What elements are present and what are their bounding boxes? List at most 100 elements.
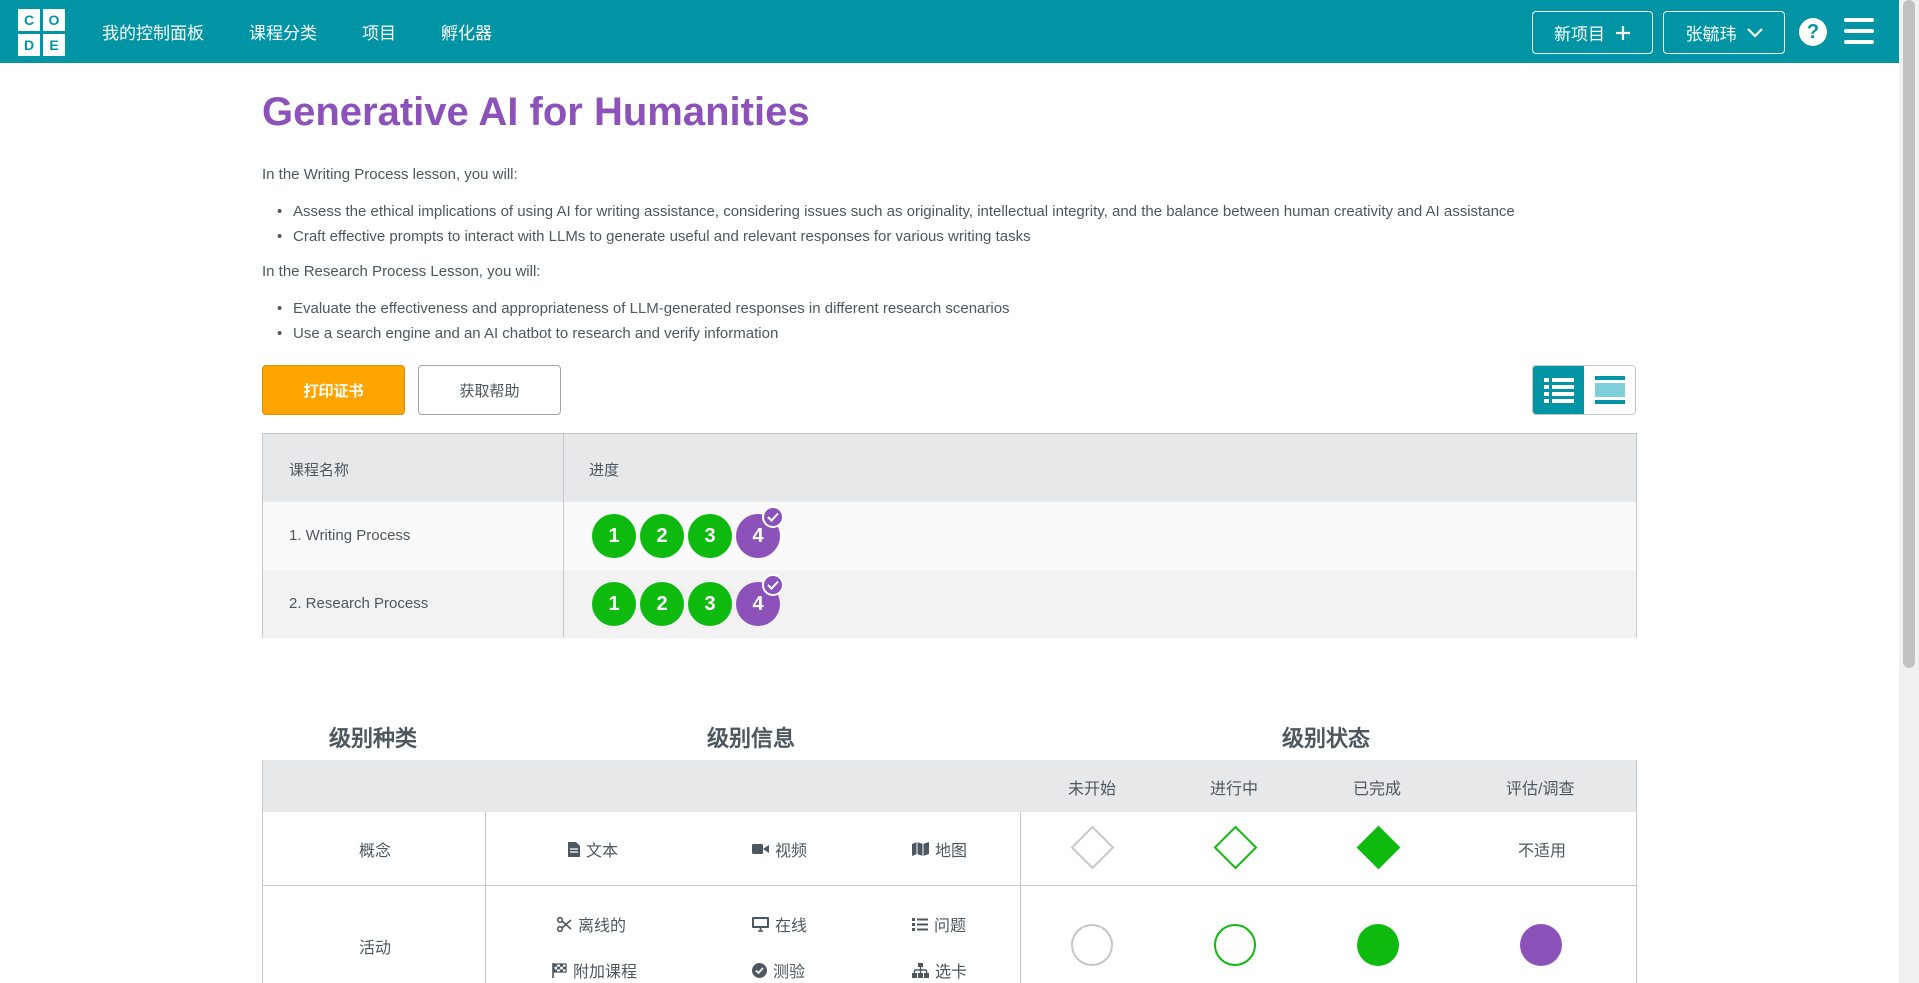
key-table-header (263, 760, 1636, 812)
table-row (263, 570, 1636, 638)
level-number: 4 (752, 592, 764, 615)
plus-icon (1616, 25, 1630, 40)
column-progress: 进度 (589, 462, 620, 479)
level-bubble[interactable]: 2 (640, 514, 684, 558)
in-progress-circle-icon (1214, 924, 1256, 966)
key-heading-status: 级别状态 (1282, 726, 1371, 751)
unplugged-type: 离线的 (557, 912, 626, 936)
progress-table-header (263, 434, 1636, 502)
list-icon (912, 917, 928, 931)
online-type-label: 在线 (775, 918, 808, 935)
lesson-name-link[interactable]: 2. Research Process (289, 595, 428, 612)
checkered-flag-icon (552, 962, 567, 978)
question-type-label: 问题 (934, 918, 967, 935)
lesson-progress-bubbles: 1 2 3 4 (592, 574, 784, 626)
assessment-type-label: 测验 (773, 964, 806, 981)
code-logo[interactable]: C O D E (18, 9, 65, 56)
check-icon (762, 506, 784, 528)
choice-type: 选卡 (912, 958, 967, 982)
assessment-level-bubble[interactable]: 4 (736, 506, 784, 558)
level-bubble[interactable]: 3 (688, 582, 732, 626)
activity-label: 活动 (359, 940, 392, 957)
new-project-label: 新项目 (1554, 25, 1605, 44)
status-not-started: 未开始 (1068, 781, 1117, 798)
monitor-icon (752, 916, 769, 932)
not-applicable-text: 不适用 (1518, 843, 1567, 860)
level-bubble[interactable]: 1 (592, 582, 636, 626)
print-certificate-button[interactable]: 打印证书 (262, 365, 405, 415)
nav-course-catalog[interactable]: 课程分类 (249, 19, 317, 44)
new-project-button[interactable]: 新项目 (1532, 11, 1653, 54)
text-type-label: 文本 (586, 843, 619, 860)
choice-type-label: 选卡 (935, 964, 968, 981)
key-heading-info: 级别信息 (707, 726, 796, 751)
scrollbar-thumb[interactable] (1903, 0, 1915, 668)
check-icon (762, 574, 784, 596)
hamburger-menu-icon[interactable] (1844, 18, 1874, 44)
logo-letter: C (18, 9, 40, 31)
extra-type: 附加课程 (552, 958, 637, 982)
scissors-icon (557, 916, 572, 932)
main-nav: 我的控制面板 课程分类 项目 孵化器 (102, 0, 492, 63)
video-camera-icon (752, 844, 769, 854)
completed-diamond-icon (1356, 825, 1401, 870)
assessment-level-bubble[interactable]: 4 (736, 574, 784, 626)
table-row (263, 502, 1636, 570)
nav-incubator[interactable]: 孵化器 (441, 19, 492, 44)
lesson-name-link[interactable]: 1. Writing Process (289, 527, 410, 544)
text-type: 文本 (568, 837, 618, 861)
chevron-down-icon (1746, 27, 1763, 38)
writing-intro: In the Writing Process lesson, you will: (262, 166, 518, 183)
map-type: 地图 (912, 837, 967, 861)
assessment-type: 测验 (752, 958, 805, 982)
research-intro: In the Research Process Lesson, you will… (262, 263, 541, 280)
nav-projects[interactable]: 项目 (362, 19, 396, 44)
level-key-table: 未开始 进行中 已完成 评估/调查 概念 文本 视频 地图 不适用 活动 离线的… (262, 760, 1637, 983)
logo-letter: E (43, 34, 65, 56)
user-name: 张毓玮 (1685, 25, 1737, 44)
column-divider (563, 434, 564, 637)
column-divider (485, 812, 486, 983)
logo-letter: O (43, 9, 65, 31)
map-icon (912, 842, 929, 856)
concept-label: 概念 (359, 843, 392, 860)
writing-point: Assess the ethical implications of using… (277, 203, 1515, 220)
level-bubble[interactable]: 1 (592, 514, 636, 558)
user-menu-button[interactable]: 张毓玮 (1663, 11, 1785, 54)
sitemap-icon (912, 962, 929, 978)
assessment-circle-icon (1520, 924, 1562, 966)
status-assessment: 评估/调查 (1506, 781, 1575, 798)
logo-letter: D (18, 34, 40, 56)
get-help-button[interactable]: 获取帮助 (418, 365, 561, 415)
nav-dashboard[interactable]: 我的控制面板 (102, 19, 204, 44)
status-in-progress: 进行中 (1210, 781, 1259, 798)
in-progress-diamond-icon (1213, 825, 1258, 870)
check-circle-icon (752, 962, 767, 978)
level-bubble[interactable]: 2 (640, 582, 684, 626)
completed-circle-icon (1357, 924, 1399, 966)
writing-point: Craft effective prompts to interact with… (277, 228, 1031, 245)
level-bubble[interactable]: 3 (688, 514, 732, 558)
key-heading-type: 级别种类 (329, 726, 418, 751)
research-point: Use a search engine and an AI chatbot to… (277, 325, 778, 342)
progress-table: 课程名称 进度 1. Writing Process 1 2 3 4 2. Re… (262, 433, 1637, 638)
row-divider (263, 885, 1636, 886)
document-icon (568, 841, 580, 857)
video-type: 视频 (752, 837, 807, 861)
map-type-label: 地图 (935, 843, 968, 860)
not-started-diamond-icon (1070, 825, 1115, 870)
detail-view-button[interactable] (1584, 366, 1635, 414)
not-started-circle-icon (1071, 924, 1113, 966)
level-number: 4 (752, 524, 764, 547)
research-point: Evaluate the effectiveness and appropria… (277, 300, 1010, 317)
extra-type-label: 附加课程 (573, 964, 638, 981)
column-lesson-name: 课程名称 (289, 462, 350, 479)
help-icon[interactable]: ? (1799, 18, 1827, 46)
online-type: 在线 (752, 912, 807, 936)
video-type-label: 视频 (775, 843, 808, 860)
list-view-icon (1543, 378, 1574, 403)
page-title: Generative AI for Humanities (262, 90, 810, 134)
list-view-button[interactable] (1533, 366, 1584, 414)
column-divider (1020, 812, 1021, 983)
question-type: 问题 (912, 912, 966, 936)
